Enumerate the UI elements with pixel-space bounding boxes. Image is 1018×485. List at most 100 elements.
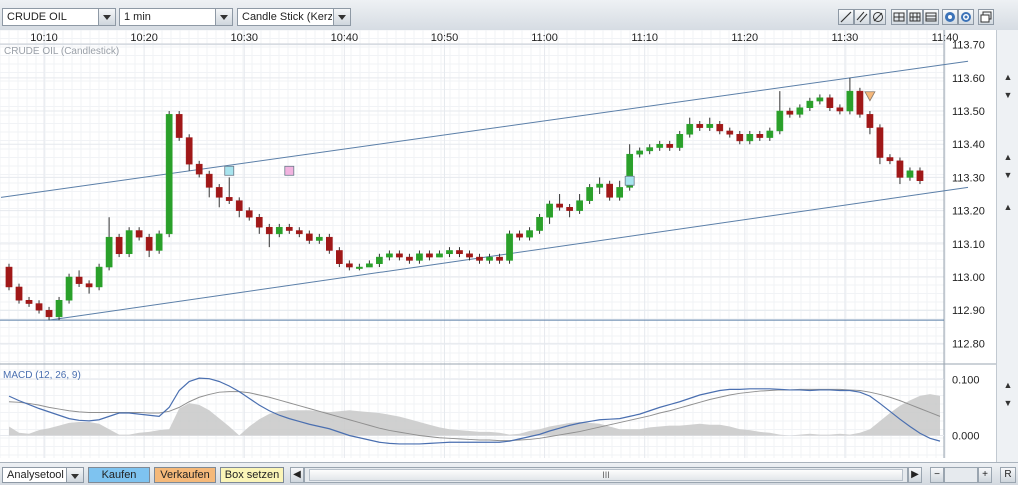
grid-layout-button-1[interactable] <box>891 9 907 25</box>
candle-body <box>476 256 483 261</box>
candle-body <box>205 173 213 188</box>
candle-body <box>606 183 614 198</box>
parallel-line-tool-button[interactable] <box>854 9 870 25</box>
candle-body <box>426 253 433 258</box>
candle-body <box>436 253 443 258</box>
trade-marker-square[interactable] <box>624 175 635 186</box>
chart-canvas[interactable]: 10:10 10:20 10:30 10:40 10:50 11:00 11:10 11:20… <box>0 29 1018 462</box>
candle-body <box>686 124 694 135</box>
candle-body <box>756 134 764 138</box>
candle-body <box>175 114 183 138</box>
candle-body <box>285 226 293 231</box>
chevron-down-icon[interactable] <box>98 9 115 25</box>
grid-layout-button-2[interactable] <box>907 9 923 25</box>
chevron-up-icon[interactable]: ▲ <box>1001 70 1015 84</box>
candle-body <box>295 230 303 235</box>
window-restore-icon <box>980 11 992 23</box>
candle-body <box>416 253 423 261</box>
chevron-down-icon[interactable] <box>215 9 232 25</box>
x-tick-label: 11:10 <box>631 32 658 44</box>
circle-icon <box>945 12 955 22</box>
candle-body <box>396 253 403 258</box>
box-set-button[interactable]: Box setzen <box>220 467 284 483</box>
y-tick-label: 113.30 <box>952 172 985 184</box>
candle-body <box>886 157 894 162</box>
interval-select[interactable]: 1 min <box>119 8 233 26</box>
chevron-down-icon[interactable]: ▼ <box>1001 168 1015 182</box>
x-tick-label: 10:50 <box>431 32 459 44</box>
candle-body <box>766 130 774 138</box>
candle-body <box>305 233 313 241</box>
candle-body <box>716 124 724 132</box>
analysis-tool-select-value: Analysetool <box>7 469 64 481</box>
candle-body <box>846 90 854 112</box>
y-tick-label: 113.70 <box>952 40 985 52</box>
parallel-lines-icon <box>856 11 868 23</box>
candle-body <box>516 233 523 238</box>
candle-body <box>456 250 463 255</box>
reset-button[interactable]: R <box>1000 467 1016 483</box>
trade-marker-square[interactable] <box>284 165 295 176</box>
trade-marker-square[interactable] <box>224 165 235 176</box>
x-tick-label: 11:30 <box>832 32 859 44</box>
chart-area[interactable]: 10:10 10:20 10:30 10:40 10:50 11:00 11:10 11:20… <box>0 29 1018 462</box>
chevron-down-icon[interactable] <box>66 468 83 482</box>
top-toolbar: CRUDE OIL 1 min Candle Stick (Kerze <box>0 0 1018 31</box>
candle-body <box>646 147 654 152</box>
candle-body <box>506 233 513 261</box>
zoom-slider[interactable] <box>944 467 978 483</box>
candle-body <box>836 107 844 112</box>
macd-title-label: MACD (12, 26, 9) <box>3 370 81 381</box>
chevron-up-icon[interactable]: ▲ <box>1001 200 1015 214</box>
grid-layout-button-3[interactable] <box>923 9 939 25</box>
chart-type-select[interactable]: Candle Stick (Kerze <box>237 8 351 26</box>
zoom-in-button[interactable]: + <box>978 467 992 483</box>
chevron-down-icon[interactable]: ▼ <box>1001 396 1015 410</box>
candle-body <box>726 130 734 135</box>
candle-body <box>346 263 353 268</box>
y-tick-label: 112.80 <box>952 338 985 350</box>
candle-body <box>105 236 113 268</box>
candle-body <box>35 303 43 311</box>
candle-body <box>115 236 123 255</box>
candle-body <box>906 170 914 178</box>
zoom-out-button[interactable]: − <box>930 467 944 483</box>
candle-body <box>155 233 163 251</box>
candle-body <box>916 170 924 181</box>
chevron-down-icon[interactable] <box>333 9 350 25</box>
candle-body <box>706 124 714 128</box>
scrollbar-thumb[interactable]: III <box>309 469 903 481</box>
sell-button[interactable]: Verkaufen <box>154 467 216 483</box>
candle-body <box>15 286 23 301</box>
x-tick-label: 10:20 <box>130 32 158 44</box>
x-tick-label: 10:40 <box>331 32 359 44</box>
trendline-tool-button[interactable] <box>838 9 854 25</box>
scroll-right-button[interactable]: ▶ <box>908 467 922 483</box>
zoom-out-button[interactable] <box>958 9 974 25</box>
analysis-tool-select[interactable]: Analysetool <box>2 467 84 483</box>
chevron-down-icon[interactable]: ▼ <box>1001 88 1015 102</box>
x-tick-label: 10:30 <box>230 32 258 44</box>
candle-body <box>536 217 543 231</box>
window-restore-button[interactable] <box>978 9 994 25</box>
chart-type-select-value: Candle Stick (Kerze <box>242 11 332 23</box>
candle-body <box>696 124 704 128</box>
scroll-left-button[interactable]: ◀ <box>290 467 304 483</box>
y-tick-label: 113.50 <box>952 106 985 118</box>
y-tick-label: 113.10 <box>952 239 985 251</box>
macd-y-tick-label: 0.000 <box>952 431 980 443</box>
delete-drawing-button[interactable] <box>870 9 886 25</box>
candle-body <box>125 230 133 255</box>
candle-body <box>95 266 103 288</box>
y-tick-label: 112.90 <box>952 305 985 317</box>
candle-body <box>386 253 393 258</box>
instrument-select[interactable]: CRUDE OIL <box>2 8 116 26</box>
candle-body <box>275 226 283 235</box>
chevron-up-icon[interactable]: ▲ <box>1001 378 1015 392</box>
chevron-up-icon[interactable]: ▲ <box>1001 150 1015 164</box>
horizontal-scrollbar[interactable]: III <box>304 467 908 483</box>
buy-button[interactable]: Kaufen <box>88 467 150 483</box>
zoom-in-button[interactable] <box>942 9 958 25</box>
candle-body <box>666 143 674 148</box>
candle-body <box>466 253 473 258</box>
